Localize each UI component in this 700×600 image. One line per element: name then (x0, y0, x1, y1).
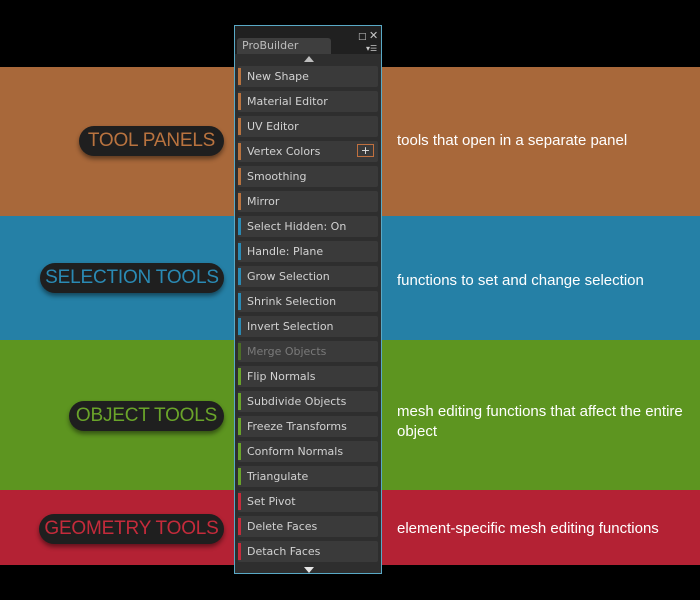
tool-item-label: Freeze Transforms (247, 420, 347, 433)
category-color-stripe (238, 343, 241, 360)
tool-item-material-editor[interactable]: Material Editor (238, 91, 378, 112)
tool-item-label: Smoothing (247, 170, 307, 183)
tool-item-label: Shrink Selection (247, 295, 337, 308)
category-color-stripe (238, 168, 241, 185)
tool-item-label: Conform Normals (247, 445, 344, 458)
tool-item-label: Detach Faces (247, 545, 321, 558)
tool-item-merge-objects: Merge Objects (238, 341, 378, 362)
tool-item-handle-plane[interactable]: Handle: Plane (238, 241, 378, 262)
tool-item-label: Merge Objects (247, 345, 327, 358)
category-color-stripe (238, 493, 241, 510)
category-color-stripe (238, 193, 241, 210)
tool-item-triangulate[interactable]: Triangulate (238, 466, 378, 487)
tool-item-label: Set Pivot (247, 495, 296, 508)
category-color-stripe (238, 443, 241, 460)
tool-item-invert-selection[interactable]: Invert Selection (238, 316, 378, 337)
object-tools-label: OBJECT TOOLS (69, 401, 224, 431)
close-icon[interactable]: ✕ (369, 30, 378, 41)
scroll-down-arrow-icon[interactable] (304, 567, 314, 573)
category-color-stripe (238, 293, 241, 310)
tool-item-detach-faces[interactable]: Detach Faces (238, 541, 378, 562)
tool-item-label: Select Hidden: On (247, 220, 347, 233)
category-color-stripe (238, 543, 241, 560)
category-color-stripe (238, 118, 241, 135)
object-tools-description: mesh editing functions that affect the e… (397, 403, 683, 440)
tool-item-grow-selection[interactable]: Grow Selection (238, 266, 378, 287)
geometry-tools-description: element-specific mesh editing functions (397, 520, 659, 537)
tool-item-label: Triangulate (247, 470, 309, 483)
category-color-stripe (238, 518, 241, 535)
tool-item-label: Material Editor (247, 95, 328, 108)
category-color-stripe (238, 93, 241, 110)
selection-tools-label: SELECTION TOOLS (40, 263, 224, 293)
tool-panels-label: TOOL PANELS (79, 126, 224, 156)
tool-item-conform-normals[interactable]: Conform Normals (238, 441, 378, 462)
menu-icon[interactable]: ▾☰ (366, 44, 377, 53)
category-color-stripe (238, 418, 241, 435)
tool-panels-description: tools that open in a separate panel (397, 132, 628, 149)
plus-icon[interactable]: + (357, 144, 374, 157)
category-color-stripe (238, 68, 241, 85)
tool-item-freeze-transforms[interactable]: Freeze Transforms (238, 416, 378, 437)
tool-item-label: Flip Normals (247, 370, 316, 383)
tool-item-label: Invert Selection (247, 320, 334, 333)
tool-item-vertex-colors[interactable]: Vertex Colors + (238, 141, 378, 162)
tool-item-label: Delete Faces (247, 520, 318, 533)
tool-item-label: New Shape (247, 70, 309, 83)
category-color-stripe (238, 318, 241, 335)
category-color-stripe (238, 143, 241, 160)
category-color-stripe (238, 368, 241, 385)
category-color-stripe (238, 468, 241, 485)
tool-item-delete-faces[interactable]: Delete Faces (238, 516, 378, 537)
geometry-tools-label: GEOMETRY TOOLS (39, 514, 224, 544)
tool-item-mirror[interactable]: Mirror (238, 191, 378, 212)
selection-tools-description: functions to set and change selection (397, 272, 644, 289)
probuilder-panel: ProBuilder □ ✕ ▾☰ New Shape Material Edit… (234, 25, 382, 574)
tool-item-label: Mirror (247, 195, 280, 208)
tool-item-smoothing[interactable]: Smoothing (238, 166, 378, 187)
tool-item-label: Grow Selection (247, 270, 330, 283)
tool-item-subdivide-objects[interactable]: Subdivide Objects (238, 391, 378, 412)
category-color-stripe (238, 268, 241, 285)
tool-item-uv-editor[interactable]: UV Editor (238, 116, 378, 137)
tool-item-label: Vertex Colors (247, 145, 321, 158)
tool-item-shrink-selection[interactable]: Shrink Selection (238, 291, 378, 312)
tool-item-new-shape[interactable]: New Shape (238, 66, 378, 87)
panel-titlebar: ProBuilder □ ✕ ▾☰ (235, 26, 381, 54)
tool-item-label: Subdivide Objects (247, 395, 347, 408)
tool-item-set-pivot[interactable]: Set Pivot (238, 491, 378, 512)
tool-item-label: UV Editor (247, 120, 299, 133)
scroll-up-arrow-icon[interactable] (304, 56, 314, 62)
tool-item-flip-normals[interactable]: Flip Normals (238, 366, 378, 387)
tool-item-select-hidden-on[interactable]: Select Hidden: On (238, 216, 378, 237)
probuilder-tab[interactable]: ProBuilder (237, 38, 331, 54)
category-color-stripe (238, 243, 241, 260)
category-color-stripe (238, 393, 241, 410)
tool-item-label: Handle: Plane (247, 245, 324, 258)
maximize-icon[interactable]: □ (358, 33, 367, 42)
category-color-stripe (238, 218, 241, 235)
